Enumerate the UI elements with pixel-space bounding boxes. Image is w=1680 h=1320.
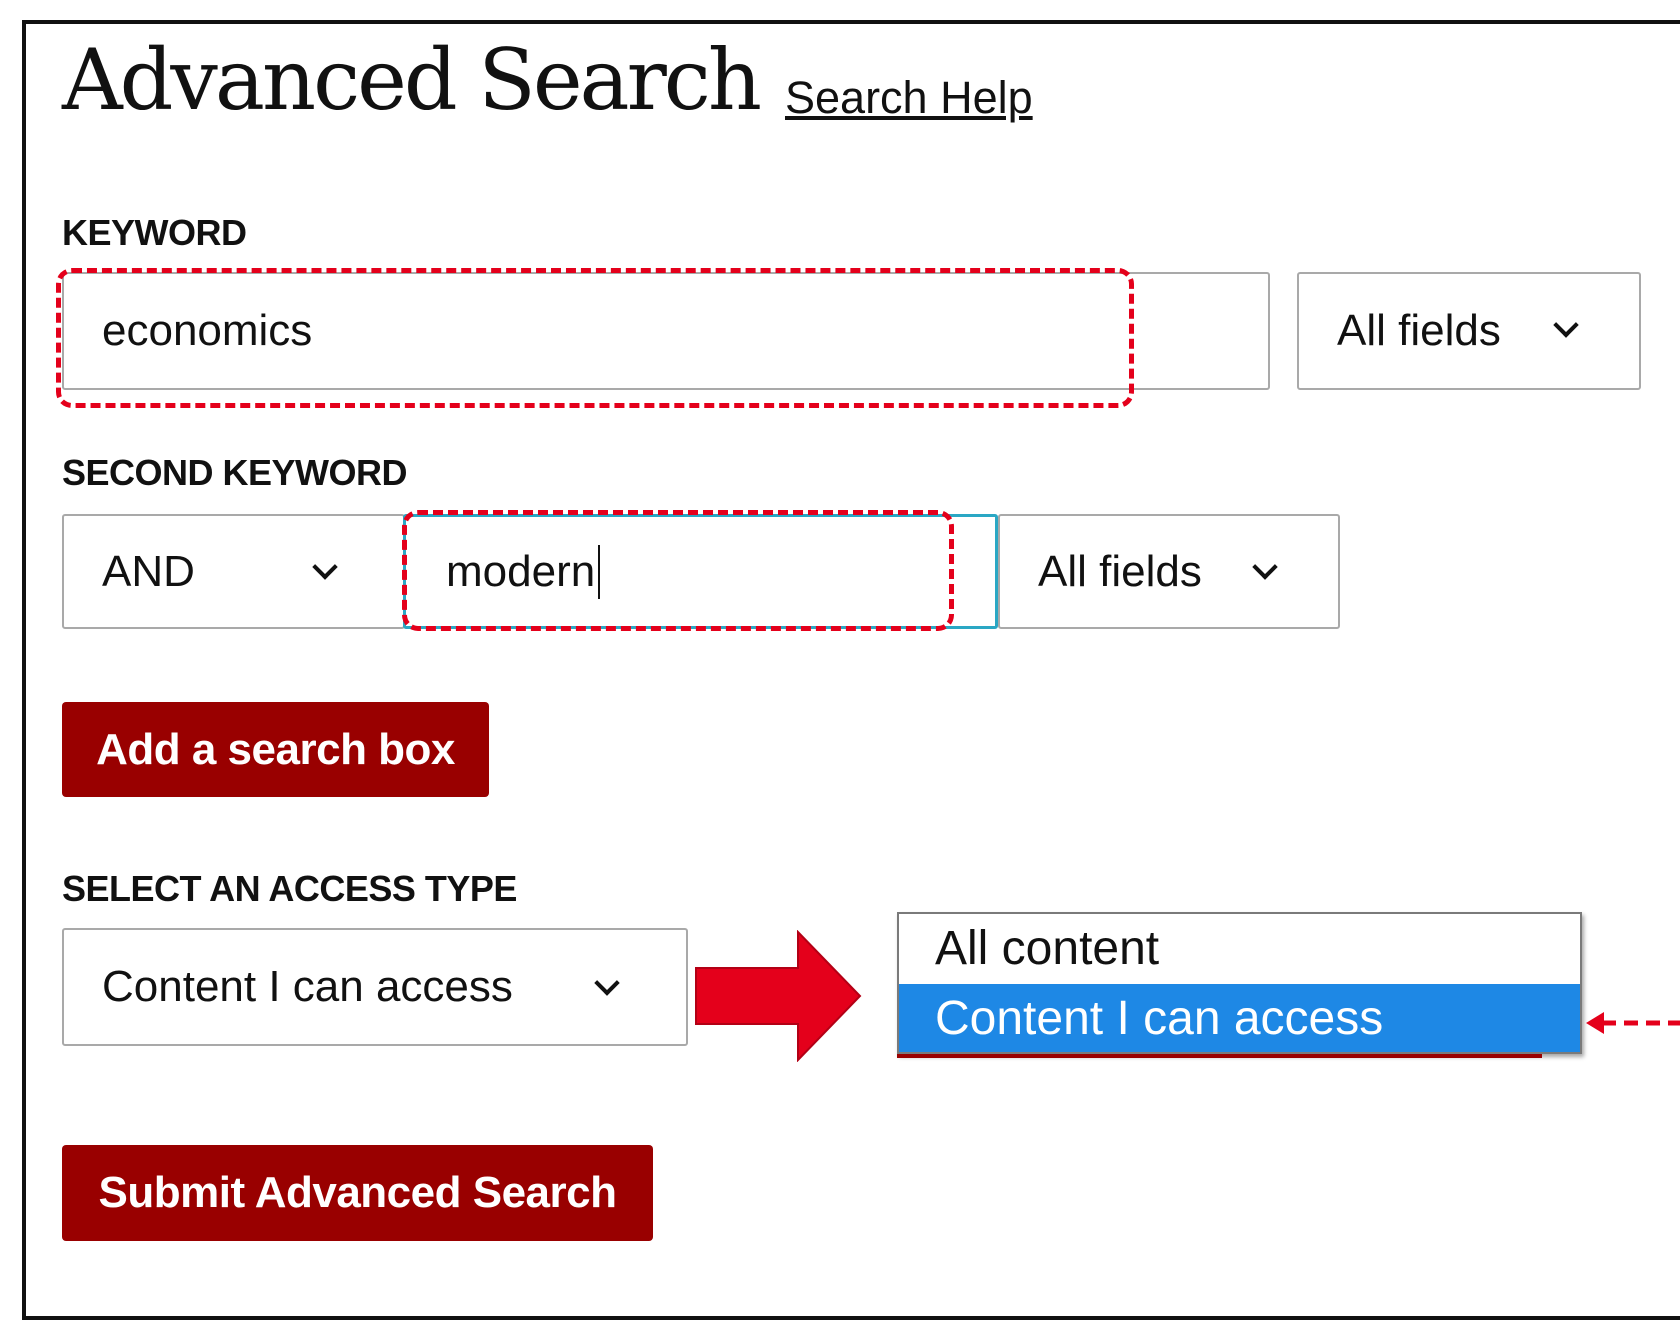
second-keyword-field-value: All fields (1038, 546, 1202, 596)
keyword-label: KEYWORD (62, 212, 247, 253)
option-all-content[interactable]: All content (899, 914, 1580, 982)
page-title: Advanced Search (62, 31, 762, 129)
keyword-field-value: All fields (1337, 306, 1501, 355)
submit-advanced-search-button[interactable]: Submit Advanced Search (62, 1145, 653, 1241)
screenshot-frame (22, 20, 1680, 1320)
search-help-link[interactable]: Search Help (785, 72, 1033, 124)
keyword-input[interactable]: economics (62, 272, 1270, 390)
chevron-down-icon (312, 554, 338, 580)
text-cursor (598, 544, 601, 599)
add-search-box-button[interactable]: Add a search box (62, 702, 489, 797)
underlying-button-edge (897, 1054, 1542, 1058)
second-keyword-value: modern (446, 546, 596, 596)
second-keyword-input[interactable]: modern (403, 514, 998, 629)
left-pointer-arrow-icon (1586, 1012, 1680, 1034)
keyword-field-select[interactable]: All fields (1297, 272, 1641, 390)
right-arrow-icon (695, 930, 862, 1062)
chevron-down-icon (594, 970, 620, 996)
keyword-value: economics (102, 306, 313, 355)
option-content-i-can-access[interactable]: Content I can access (899, 984, 1580, 1052)
operator-value: AND (102, 546, 195, 596)
operator-select[interactable]: AND (62, 514, 405, 629)
access-type-label: SELECT AN ACCESS TYPE (62, 868, 517, 909)
chevron-down-icon (1553, 312, 1579, 338)
second-keyword-field-select[interactable]: All fields (998, 514, 1340, 629)
access-type-select[interactable]: Content I can access (62, 928, 688, 1046)
second-keyword-label: SECOND KEYWORD (62, 452, 408, 493)
chevron-down-icon (1252, 554, 1278, 580)
access-type-dropdown-list: All content Content I can access (897, 912, 1582, 1054)
access-type-value: Content I can access (102, 962, 513, 1011)
